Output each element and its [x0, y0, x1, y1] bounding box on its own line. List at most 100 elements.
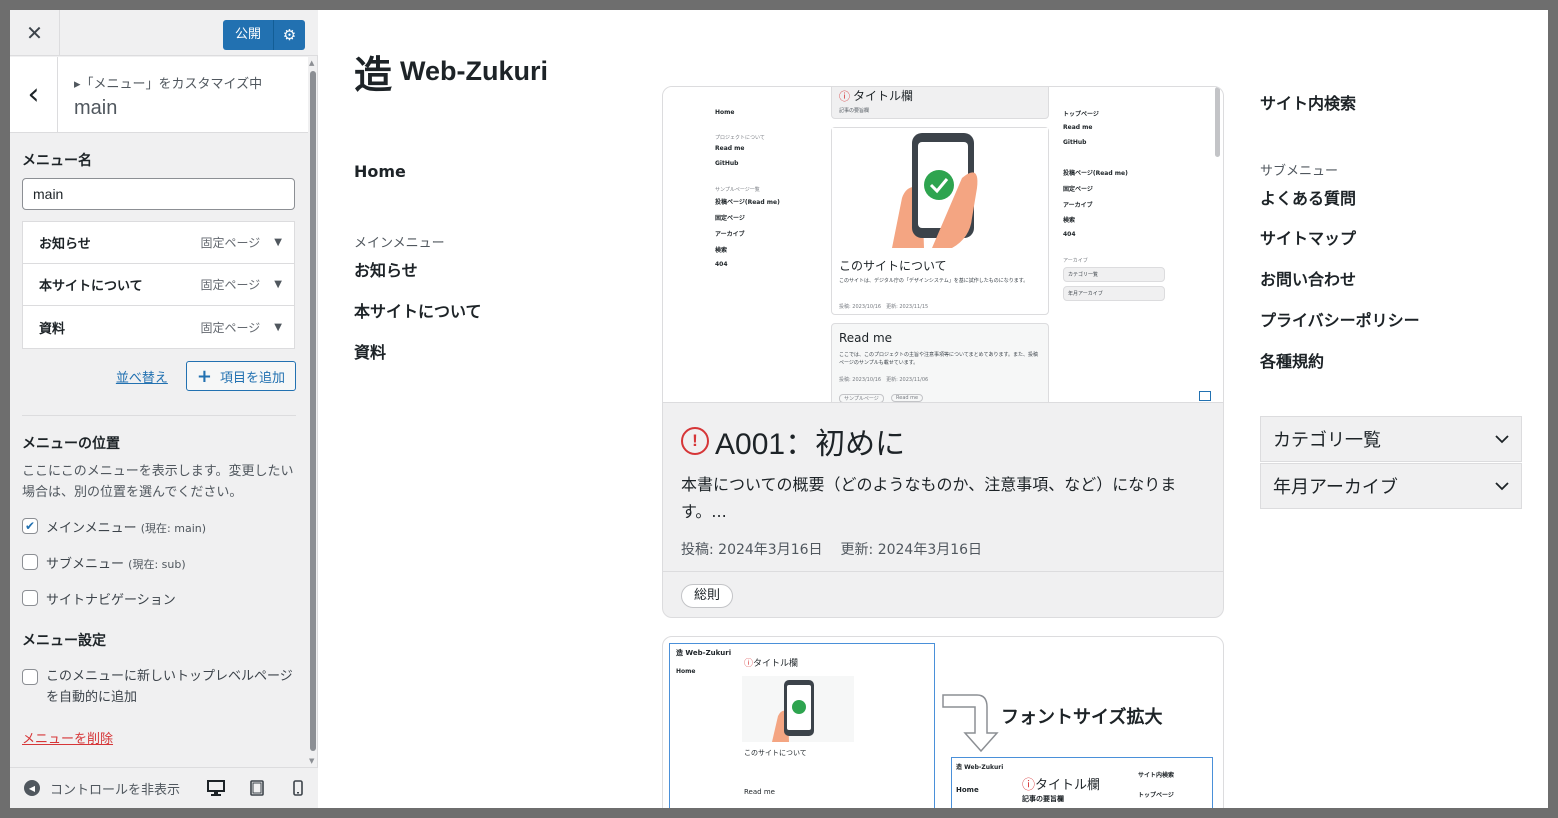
nav-home[interactable]: Home: [354, 162, 406, 181]
thumb-menu-label: プロジェクトについて: [715, 135, 765, 141]
expand-arrow-icon[interactable]: ▼: [274, 322, 282, 333]
close-icon[interactable]: ✕: [26, 21, 43, 45]
desktop-preview-button[interactable]: [195, 773, 236, 803]
collapse-icon: ◀: [24, 780, 40, 796]
card2-screenshot-large: 造 Web-Zukuri ⓘタイトル欄 Home 記事の要旨欄 サイト内検索 ト…: [951, 757, 1213, 808]
location-main-option[interactable]: ✔ メインメニュー (現在: main): [22, 517, 296, 536]
mobile-preview-button[interactable]: [277, 773, 318, 803]
tablet-icon: [249, 780, 264, 796]
card2-mini-readme: Read me: [744, 788, 775, 796]
chevron-down-icon: [1495, 434, 1509, 443]
reorder-link[interactable]: 並べ替え: [116, 367, 168, 386]
post-tag[interactable]: 総則: [681, 584, 734, 608]
site-title: Web-Zukuri: [400, 56, 549, 86]
expand-arrow-icon[interactable]: ▼: [274, 279, 282, 290]
menu-item[interactable]: 本サイトについて 固定ページ ▼: [23, 264, 294, 306]
location-site-nav-label: サイトナビゲーション: [46, 593, 176, 608]
auto-add-option[interactable]: このメニューに新しいトップレベルページを自動的に追加: [22, 666, 296, 708]
card2-large-search: サイト内検索: [1138, 772, 1175, 779]
post-thumbnail[interactable]: Home プロジェクトについて Read me GitHub サンプルページ一覧…: [663, 87, 1223, 403]
delete-menu-link[interactable]: メニューを削除: [22, 732, 113, 747]
logo-mark: 造: [354, 52, 393, 97]
menu-item[interactable]: お知らせ 固定ページ ▼: [23, 222, 294, 264]
menu-name-input[interactable]: main: [22, 178, 295, 210]
thumb-right-item: 投稿ページ(Read me): [1063, 170, 1128, 177]
publish-settings-button[interactable]: ⚙: [273, 20, 306, 50]
mobile-icon: [292, 780, 303, 796]
sidebar-scrollbar[interactable]: ▲ ▼: [308, 57, 318, 767]
tablet-preview-button[interactable]: [236, 773, 277, 803]
sub-menu-item[interactable]: よくある質問: [1260, 185, 1356, 209]
chevron-left-icon: ‹: [27, 77, 40, 112]
archive-dropdown-label: 年月アーカイブ: [1273, 477, 1398, 498]
desktop-icon: [206, 780, 225, 796]
auto-add-checkbox[interactable]: [22, 669, 38, 685]
nav-item[interactable]: お知らせ: [354, 257, 418, 281]
scroll-down-icon[interactable]: ▼: [309, 757, 314, 765]
close-button[interactable]: ✕: [10, 10, 60, 56]
site-logo[interactable]: 造 Web-Zukuri: [354, 44, 548, 99]
nav-main-label: メインメニュー: [354, 232, 445, 251]
phone-check-icon: [892, 133, 978, 248]
location-main-checkbox[interactable]: ✔: [22, 518, 38, 534]
menu-settings-heading: メニュー設定: [22, 633, 106, 649]
thumb-menu-item: 固定ページ: [715, 215, 745, 222]
menu-item[interactable]: 資料 固定ページ ▼: [23, 306, 294, 348]
nav-item-label: お知らせ: [354, 261, 418, 280]
hide-controls-button[interactable]: ◀ コントロールを非表示: [24, 779, 195, 798]
nav-item[interactable]: 資料: [354, 339, 386, 363]
thumb-dd2-label: 年月アーカイブ: [1068, 291, 1103, 297]
location-site-nav-checkbox[interactable]: [22, 590, 38, 606]
post-updated: 更新: 2024年3月16日: [840, 542, 983, 558]
archive-dropdown[interactable]: 年月アーカイブ: [1260, 463, 1522, 509]
thumb-tag: Read me: [891, 394, 924, 402]
card2-mini-title-text: タイトル欄: [753, 659, 799, 669]
gear-icon: ⚙: [282, 26, 297, 44]
post-excerpt: 本書についての概要（どのようなものか、注意事項、など）になります。...: [681, 475, 1177, 521]
menu-item-name: お知らせ: [39, 237, 91, 252]
card2-mini-title: ⓘタイトル欄: [744, 656, 798, 669]
auto-add-label: このメニューに新しいトップレベルページを自動的に追加: [46, 669, 293, 705]
card2-warn-icon: ⓘ: [1022, 778, 1036, 793]
back-button[interactable]: ‹: [10, 57, 58, 133]
category-dropdown[interactable]: カテゴリ一覧: [1260, 416, 1522, 462]
publish-button[interactable]: 公開: [223, 20, 274, 50]
expand-arrow-icon[interactable]: ▼: [274, 237, 282, 248]
location-sub-checkbox[interactable]: [22, 554, 38, 570]
location-site-nav-option[interactable]: サイトナビゲーション: [22, 589, 296, 608]
sub-menu-item[interactable]: お問い合わせ: [1260, 266, 1356, 290]
hide-controls-label: コントロールを非表示: [50, 782, 181, 798]
browser-frame: ✕ 公開 ⚙ ‹ ▸「メニュー」をカスタマイズ中 main ▲ ▼ メニュー名 …: [10, 10, 1548, 808]
sub-menu-item-label: サイトマップ: [1260, 229, 1357, 248]
card2-warn-icon: ⓘ: [744, 659, 754, 669]
customizer-topbar: ✕ 公開 ⚙: [10, 10, 318, 56]
customizer-footer: ◀ コントロールを非表示: [10, 767, 318, 808]
post-card[interactable]: Home プロジェクトについて Read me GitHub サンプルページ一覧…: [662, 86, 1224, 618]
sub-menu-item[interactable]: サイトマップ: [1260, 225, 1356, 249]
card2-large-home: Home: [956, 786, 979, 794]
thumb-readme-meta: 投稿: 2023/10/16 更新: 2023/11/06: [839, 377, 929, 383]
post-card-2[interactable]: 造 Web-Zukuri ⓘタイトル欄 Home このサイトについて Read …: [662, 636, 1224, 808]
scroll-up-icon[interactable]: ▲: [309, 59, 314, 67]
thumb-right-item: GitHub: [1063, 139, 1087, 146]
add-item-button[interactable]: + 項目を追加: [185, 361, 296, 391]
scrollbar-thumb[interactable]: [310, 71, 316, 751]
sub-menu-item[interactable]: 各種規約: [1260, 348, 1324, 372]
sub-menu-item[interactable]: プライバシーポリシー: [1260, 307, 1420, 331]
card2-large-sub: 記事の要旨欄: [1022, 795, 1064, 803]
nav-item[interactable]: 本サイトについて: [354, 298, 482, 322]
menu-location-description: ここにこのメニューを表示します。変更したい場合は、別の位置を選んでください。: [22, 464, 294, 500]
post-title[interactable]: ! A001：初めに: [681, 419, 905, 463]
thumb-menu-item: 404: [715, 261, 728, 268]
card2-large-title: ⓘタイトル欄: [1022, 774, 1100, 793]
location-sub-option[interactable]: サブメニュー (現在: sub): [22, 553, 296, 572]
thumb-warn-icon: ⓘ: [839, 89, 850, 103]
sub-menu-label-text: サブメニュー: [1260, 164, 1339, 179]
thumb-menu-item: 投稿ページ(Read me): [715, 199, 780, 206]
thumb-right-item: トップページ: [1063, 111, 1099, 118]
thumb-right-item: Read me: [1063, 124, 1093, 131]
post-title-text: A001：初めに: [715, 428, 906, 461]
menu-item-type: 固定ページ: [200, 320, 261, 335]
thumb-about-title: このサイトについて: [839, 259, 947, 273]
thumb-menu-item: Read me: [715, 145, 745, 152]
